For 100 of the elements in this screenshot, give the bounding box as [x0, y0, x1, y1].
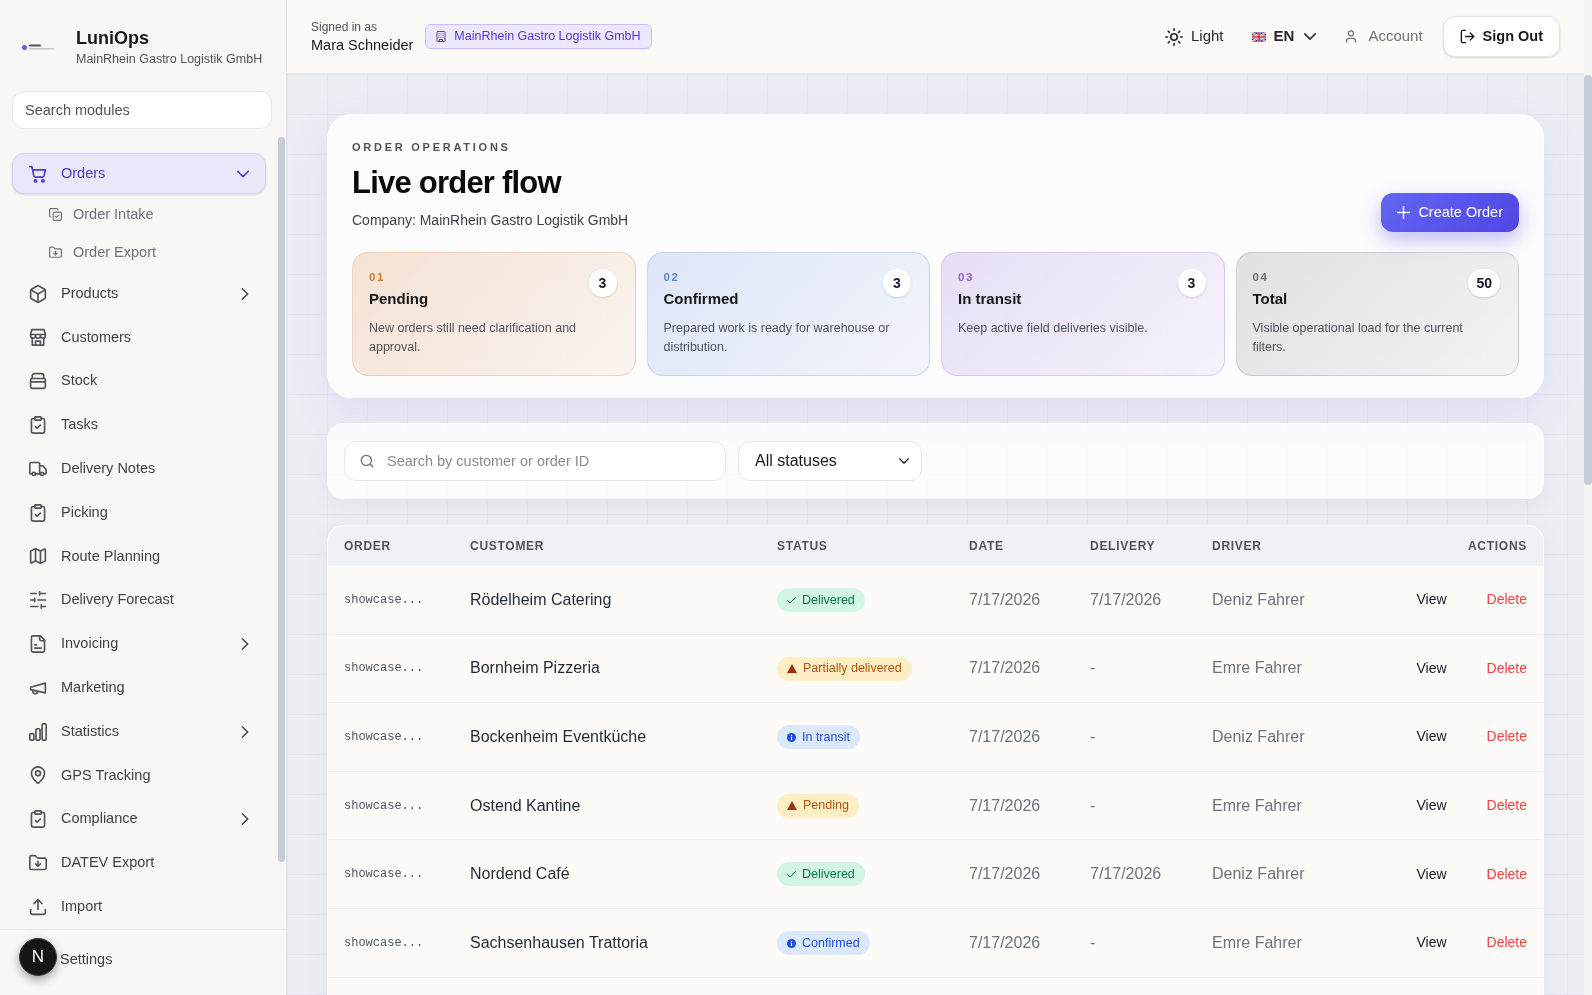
- column-header: DATE: [969, 538, 1005, 555]
- order-id: showcase...: [344, 660, 425, 678]
- order-id: showcase...: [344, 729, 425, 746]
- brand-name: LuniOps: [76, 27, 150, 50]
- delete-button[interactable]: Delete: [1474, 858, 1539, 891]
- scrollbar-thumb[interactable]: [1584, 75, 1592, 485]
- order-id: showcase...: [344, 797, 425, 815]
- delete-button[interactable]: Delete: [1474, 583, 1539, 616]
- status-badge: Delivered: [777, 588, 865, 613]
- view-button[interactable]: View: [1404, 858, 1459, 891]
- sidebar-item[interactable]: Compliance: [12, 798, 266, 840]
- sidebar-subitem[interactable]: Order Export: [12, 233, 266, 272]
- delete-button[interactable]: Delete: [1474, 926, 1539, 959]
- view-button[interactable]: View: [1404, 789, 1459, 822]
- sidebar-item[interactable]: Orders: [12, 153, 266, 195]
- stat-description: Prepared work is ready for warehouse or distribution.: [663, 320, 891, 356]
- order-date: 7/17/2026: [969, 727, 1042, 747]
- step-number: 03: [958, 270, 976, 285]
- dev-indicator-button[interactable]: N: [19, 938, 57, 976]
- sidebar-item[interactable]: Route Planning: [12, 535, 266, 577]
- sidebar-item[interactable]: Products: [12, 273, 266, 315]
- delivery-date: -: [1090, 727, 1097, 747]
- clipboard-check-icon: [29, 503, 47, 522]
- stat-title: In transit: [958, 289, 1022, 309]
- clipboard-check-icon: [29, 810, 47, 829]
- count-badge: 3: [883, 269, 911, 297]
- page-title: Live order flow: [352, 164, 563, 202]
- step-number: 04: [1252, 270, 1270, 285]
- create-order-button[interactable]: Create Order: [1381, 193, 1519, 232]
- driver-name: Deniz Fahrer: [1212, 589, 1306, 610]
- sidebar-item[interactable]: Customers: [12, 317, 266, 358]
- user-name: Mara Schneider: [311, 35, 414, 55]
- sidebar-item[interactable]: Delivery Forecast: [12, 579, 266, 621]
- search-field[interactable]: Search modules: [12, 91, 272, 129]
- company-badge-text: MainRhein Gastro Logistik GmbH: [454, 28, 641, 46]
- upload-icon: [29, 897, 47, 916]
- sidebar-item[interactable]: Delivery Notes: [12, 448, 266, 490]
- sidebar-item[interactable]: Invoicing: [12, 623, 266, 665]
- scrollbar-thumb[interactable]: [278, 137, 285, 862]
- signed-in-label: Signed in as: [311, 18, 379, 35]
- info-icon: [787, 732, 796, 742]
- order-date: 7/17/2026: [969, 864, 1042, 885]
- column-header: ACTIONS: [1467, 538, 1527, 555]
- sidebar-item[interactable]: Tasks: [12, 404, 266, 446]
- view-button[interactable]: View: [1404, 652, 1459, 685]
- sidebar-subitem[interactable]: Order Intake: [12, 195, 266, 234]
- status-badge: Pending: [777, 793, 859, 818]
- plus-icon: [1397, 206, 1411, 219]
- view-button[interactable]: View: [1404, 926, 1459, 959]
- column-header: DRIVER: [1212, 538, 1263, 555]
- delete-button[interactable]: Delete: [1474, 721, 1539, 753]
- stat-description: Keep active field deliveries visible.: [958, 320, 1149, 337]
- driver-name: Emre Fahrer: [1212, 658, 1303, 679]
- delivery-date: -: [1090, 795, 1097, 816]
- delivery-date: -: [1090, 932, 1097, 953]
- driver-name: Deniz Fahrer: [1212, 864, 1306, 885]
- sidebar-item[interactable]: Statistics: [12, 711, 266, 753]
- column-header: STATUS: [777, 538, 829, 555]
- count-badge: 3: [1177, 269, 1206, 297]
- delivery-date: -: [1090, 658, 1097, 679]
- sidebar-item[interactable]: Import: [12, 886, 266, 928]
- order-id: showcase...: [344, 866, 425, 884]
- stat-title: Total: [1252, 289, 1288, 309]
- sign-out-button[interactable]: Sign Out: [1442, 16, 1560, 57]
- status-badge: Partially delivered: [777, 656, 912, 681]
- search-field[interactable]: Search by customer or order ID: [344, 441, 726, 481]
- driver-name: Deniz Fahrer: [1212, 727, 1306, 747]
- sidebar-item[interactable]: Marketing: [12, 667, 266, 709]
- status-badge: Confirmed: [777, 931, 870, 955]
- sidebar-item[interactable]: DATEV Export: [12, 842, 266, 884]
- order-date: 7/17/2026: [969, 658, 1042, 679]
- section-eyebrow: ORDER OPERATIONS: [352, 140, 512, 155]
- bar-chart-icon: [29, 722, 47, 741]
- sidebar-item[interactable]: Stock: [12, 360, 266, 402]
- view-button[interactable]: View: [1404, 583, 1459, 616]
- count-badge: 3: [588, 269, 617, 297]
- clipboard-check-icon: [29, 416, 47, 435]
- truck-icon: [29, 459, 47, 478]
- box-icon: [29, 372, 47, 391]
- account-button[interactable]: Account: [1336, 18, 1431, 55]
- sidebar-item[interactable]: Picking: [12, 492, 266, 534]
- theme-toggle[interactable]: Light: [1157, 18, 1232, 55]
- stat-title: Confirmed: [663, 289, 739, 309]
- cart-icon: [29, 164, 47, 183]
- search-icon: [360, 454, 374, 468]
- info-icon: [787, 938, 796, 948]
- status-select[interactable]: All statuses: [738, 441, 922, 481]
- order-date: 7/17/2026: [969, 932, 1042, 953]
- sidebar-item[interactable]: GPS Tracking: [12, 754, 266, 796]
- store-icon: [29, 328, 47, 347]
- view-button[interactable]: View: [1404, 721, 1459, 753]
- count-badge: 50: [1468, 269, 1500, 297]
- delete-button[interactable]: Delete: [1474, 789, 1539, 822]
- status-badge: In transit: [777, 725, 860, 750]
- document-icon: [29, 635, 47, 654]
- delete-button[interactable]: Delete: [1474, 652, 1539, 685]
- column-header: ORDER: [344, 538, 392, 555]
- language-selector[interactable]: EN: [1243, 18, 1325, 55]
- order-id: showcase...: [344, 934, 425, 952]
- order-id: showcase...: [344, 591, 425, 609]
